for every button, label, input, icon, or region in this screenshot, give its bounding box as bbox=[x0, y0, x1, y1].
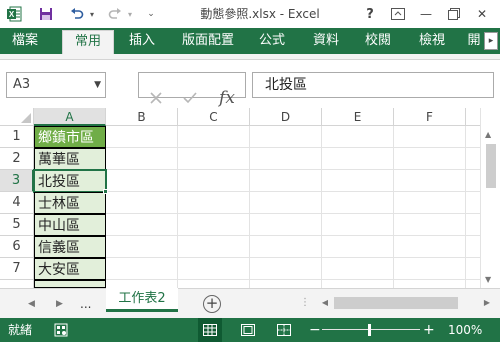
sheet-more-button[interactable]: ... bbox=[80, 289, 91, 319]
row-header-8[interactable] bbox=[0, 280, 34, 288]
ribbon-tab-bar: 檔案 常用 插入 版面配置 公式 資料 校閱 檢視 開 ▸ bbox=[0, 28, 500, 54]
title-bar: X ▾ ▾ ⌄ 動態參照.xlsx - Excel ? — ✕ bbox=[0, 0, 500, 28]
tab-file[interactable]: 檔案 bbox=[0, 28, 50, 54]
status-ready: 就緒 bbox=[8, 323, 33, 337]
page-layout-view-icon[interactable] bbox=[236, 318, 260, 342]
cell-a3[interactable]: 北投區 bbox=[33, 169, 107, 193]
status-bar: 就緒 − + 100% bbox=[0, 318, 500, 342]
tab-split-handle-icon[interactable]: ⋮ bbox=[300, 297, 310, 308]
select-all-button[interactable] bbox=[0, 108, 34, 126]
redo-icon[interactable] bbox=[106, 4, 124, 24]
redo-dropdown-icon[interactable]: ▾ bbox=[124, 4, 136, 24]
formula-input[interactable]: 北投區 bbox=[252, 72, 494, 98]
cell-a6[interactable]: 信義區 bbox=[34, 236, 106, 258]
scroll-right-icon[interactable]: ▶ bbox=[480, 295, 494, 311]
tab-insert[interactable]: 插入 bbox=[120, 28, 164, 54]
tab-formulas[interactable]: 公式 bbox=[250, 28, 294, 54]
fill-handle[interactable] bbox=[103, 189, 108, 194]
column-header-f[interactable]: F bbox=[394, 108, 466, 126]
grid-lines bbox=[106, 126, 480, 288]
formula-bar: A3 ▼ fx 北投區 bbox=[0, 60, 500, 110]
page-break-view-icon[interactable] bbox=[272, 318, 296, 342]
sheet-next-icon[interactable]: ▶ bbox=[56, 289, 63, 319]
close-button[interactable]: ✕ bbox=[470, 4, 494, 24]
vertical-scrollbar[interactable]: ▲ ▼ bbox=[480, 108, 500, 288]
name-box-value: A3 bbox=[13, 77, 31, 92]
column-header-d[interactable]: D bbox=[250, 108, 322, 126]
column-header-b[interactable]: B bbox=[106, 108, 178, 126]
scroll-down-icon[interactable]: ▼ bbox=[485, 275, 491, 284]
cell-a2[interactable]: 萬華區 bbox=[34, 148, 106, 170]
row-header-3[interactable]: 3 bbox=[0, 170, 34, 192]
cell-a7[interactable]: 大安區 bbox=[34, 258, 106, 280]
minimize-button[interactable]: — bbox=[414, 4, 438, 24]
zoom-level[interactable]: 100% bbox=[448, 318, 482, 342]
tab-review[interactable]: 校閱 bbox=[356, 28, 400, 54]
scroll-up-icon[interactable]: ▲ bbox=[485, 130, 491, 139]
window-title: 動態參照.xlsx - Excel bbox=[200, 7, 320, 21]
sheet-prev-icon[interactable]: ◀ bbox=[28, 289, 35, 319]
ribbon-display-options-icon[interactable] bbox=[386, 4, 410, 24]
zoom-slider-thumb[interactable] bbox=[368, 324, 371, 336]
formula-value: 北投區 bbox=[265, 77, 307, 93]
zoom-out-button[interactable]: − bbox=[309, 318, 321, 342]
horizontal-scroll-thumb[interactable] bbox=[334, 297, 458, 309]
scroll-left-icon[interactable]: ◀ bbox=[318, 295, 332, 311]
row-header-4[interactable]: 4 bbox=[0, 192, 34, 214]
help-button[interactable]: ? bbox=[358, 4, 382, 24]
row-header-2[interactable]: 2 bbox=[0, 148, 34, 170]
svg-text:X: X bbox=[9, 10, 15, 19]
tab-data[interactable]: 資料 bbox=[304, 28, 348, 54]
cell-a8[interactable] bbox=[34, 280, 106, 288]
vertical-scroll-thumb[interactable] bbox=[486, 144, 496, 188]
row-header-6[interactable]: 6 bbox=[0, 236, 34, 258]
sheet-tab-bar: ◀ ▶ ... 工作表2 + ⋮ ◀ ▶ bbox=[0, 288, 500, 318]
restore-icon[interactable] bbox=[442, 4, 466, 24]
excel-logo-icon: X bbox=[4, 4, 24, 24]
column-header-a[interactable]: A bbox=[34, 108, 106, 126]
save-icon[interactable] bbox=[36, 4, 56, 24]
column-header-g[interactable] bbox=[466, 108, 480, 126]
macro-record-icon[interactable] bbox=[52, 318, 70, 342]
column-header-c[interactable]: C bbox=[178, 108, 250, 126]
chevron-down-icon[interactable]: ▼ bbox=[94, 73, 101, 97]
ribbon-scroll-right-icon[interactable]: ▸ bbox=[484, 32, 498, 50]
zoom-slider[interactable] bbox=[322, 329, 420, 330]
customize-qat-icon[interactable]: ⌄ bbox=[144, 4, 158, 24]
add-sheet-button[interactable]: + bbox=[203, 295, 221, 313]
undo-icon[interactable] bbox=[68, 4, 86, 24]
cell-a1[interactable]: 鄉鎮市區 bbox=[34, 126, 106, 148]
formula-buttons: fx bbox=[138, 72, 246, 108]
row-header-5[interactable]: 5 bbox=[0, 214, 34, 236]
cell-a5[interactable]: 中山區 bbox=[34, 214, 106, 236]
name-box[interactable]: A3 ▼ bbox=[6, 72, 106, 98]
cell-a4[interactable]: 士林區 bbox=[34, 192, 106, 214]
undo-dropdown-icon[interactable]: ▾ bbox=[86, 4, 98, 24]
normal-view-icon[interactable] bbox=[198, 318, 222, 342]
sheet-tab-active[interactable]: 工作表2 bbox=[106, 288, 178, 312]
tab-home[interactable]: 常用 bbox=[62, 30, 114, 54]
tab-page-layout[interactable]: 版面配置 bbox=[176, 28, 240, 54]
worksheet-grid: A B C D E F 1 2 3 4 5 6 7 鄉鎮市區 萬華區 北投區 士… bbox=[0, 108, 500, 288]
row-header-7[interactable]: 7 bbox=[0, 258, 34, 280]
zoom-in-button[interactable]: + bbox=[423, 318, 435, 342]
tab-view[interactable]: 檢視 bbox=[410, 28, 454, 54]
tab-developer[interactable]: 開 bbox=[464, 28, 484, 54]
row-header-1[interactable]: 1 bbox=[0, 126, 34, 148]
column-header-e[interactable]: E bbox=[322, 108, 394, 126]
